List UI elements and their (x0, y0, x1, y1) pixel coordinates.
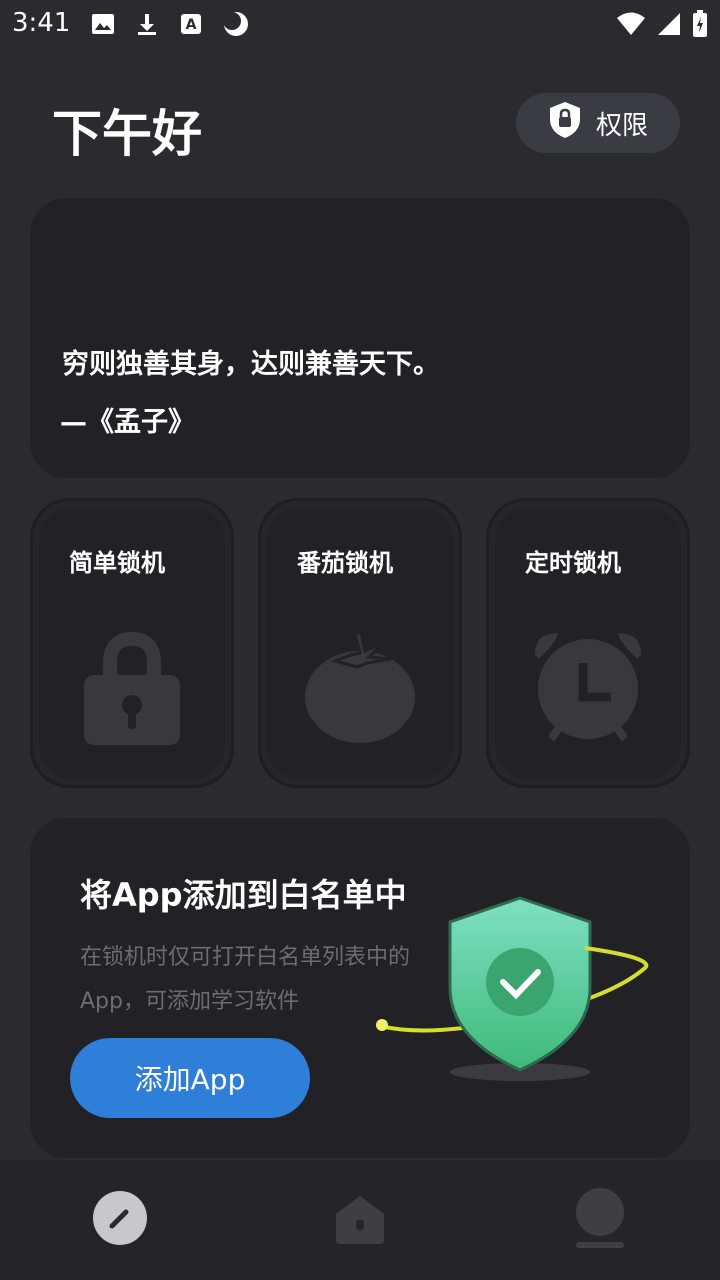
whitelist-title: 将App添加到白名单中 (80, 876, 407, 914)
nav-profile[interactable] (570, 1188, 630, 1250)
quote-card: 穷则独善其身，达则兼善天下。 —《孟子》 (30, 198, 690, 478)
pencil-icon (92, 1190, 148, 1250)
download-icon (134, 11, 160, 37)
timed-lock-label: 定时锁机 (525, 549, 621, 577)
app-screen: 3:41 A 下午好 权限 穷则独善其身，达则兼善天下。 —《孟子》 简单锁机 … (0, 0, 720, 1280)
svg-text:A: A (186, 17, 197, 33)
nav-home[interactable] (330, 1190, 390, 1250)
add-app-button[interactable]: 添加App (70, 1038, 310, 1118)
simple-lock-card[interactable]: 简单锁机 (30, 498, 234, 788)
status-time: 3:41 (12, 8, 71, 38)
alarm-clock-icon (531, 629, 645, 749)
wifi-icon (616, 11, 646, 37)
shield-lock-icon (548, 101, 582, 146)
moon-icon (222, 10, 250, 38)
quote-text: 穷则独善其身，达则兼善天下。 (62, 349, 440, 380)
system-icons (616, 10, 708, 38)
quote-source: —《孟子》 (60, 407, 195, 438)
bottom-navigation (0, 1160, 720, 1280)
user-icon (572, 1186, 628, 1254)
image-icon (90, 11, 116, 37)
greeting-title: 下午好 (52, 105, 202, 163)
timed-lock-card[interactable]: 定时锁机 (486, 498, 690, 788)
notification-icons: A (90, 10, 250, 38)
simple-lock-label: 简单锁机 (69, 549, 165, 577)
tomato-icon (303, 629, 417, 749)
home-icon (332, 1190, 388, 1250)
whitelist-card: 将App添加到白名单中 在锁机时仅可打开白名单列表中的App，可添加学习软件 添… (30, 818, 690, 1158)
battery-icon (692, 10, 708, 38)
signal-icon (656, 11, 682, 37)
status-bar: 3:41 A (0, 0, 720, 50)
permission-button[interactable]: 权限 (516, 93, 680, 153)
font-a-icon: A (178, 11, 204, 37)
shield-check-icon (370, 888, 660, 1092)
tomato-lock-card[interactable]: 番茄锁机 (258, 498, 462, 788)
padlock-icon (82, 629, 182, 749)
nav-pencil[interactable] (90, 1190, 150, 1250)
permission-label: 权限 (595, 110, 648, 141)
tomato-lock-label: 番茄锁机 (297, 549, 393, 577)
